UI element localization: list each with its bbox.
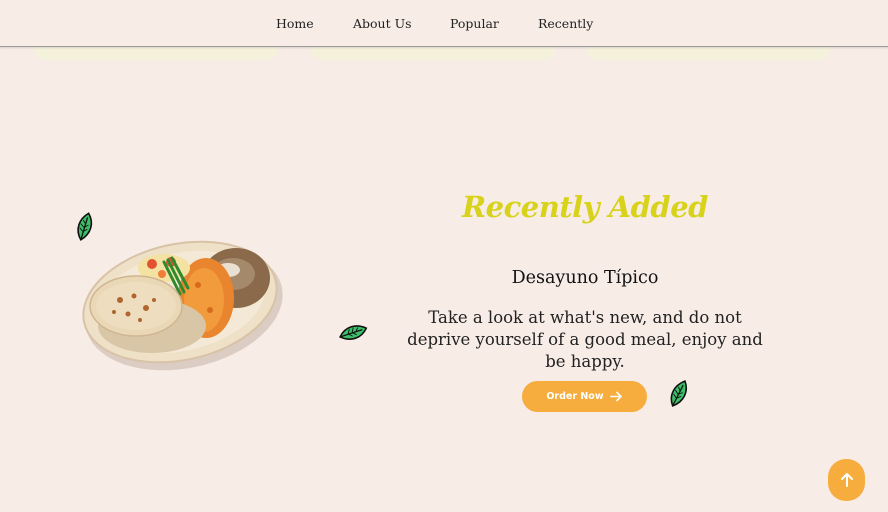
nav-home[interactable]: Home (276, 16, 314, 31)
section-title: Recently Added (462, 190, 708, 224)
arrow-right-icon (609, 391, 622, 402)
dish-image (82, 240, 283, 371)
scroll-top-button[interactable] (828, 459, 865, 501)
order-now-label: Order Now (546, 391, 604, 402)
navbar: Home About Us Popular Recently (0, 0, 888, 47)
arrow-up-icon (840, 473, 853, 487)
leaf-icon (670, 380, 688, 407)
order-now-button[interactable]: Order Now (522, 381, 647, 412)
leaf-icon (339, 325, 368, 340)
dish-description: Take a look at what's new, and do not de… (407, 308, 763, 371)
dish-name: Desayuno Típico (511, 268, 659, 288)
nav-popular[interactable]: Popular (450, 16, 499, 31)
nav-about-us[interactable]: About Us (353, 16, 412, 31)
nav-recently[interactable]: Recently (538, 16, 593, 31)
